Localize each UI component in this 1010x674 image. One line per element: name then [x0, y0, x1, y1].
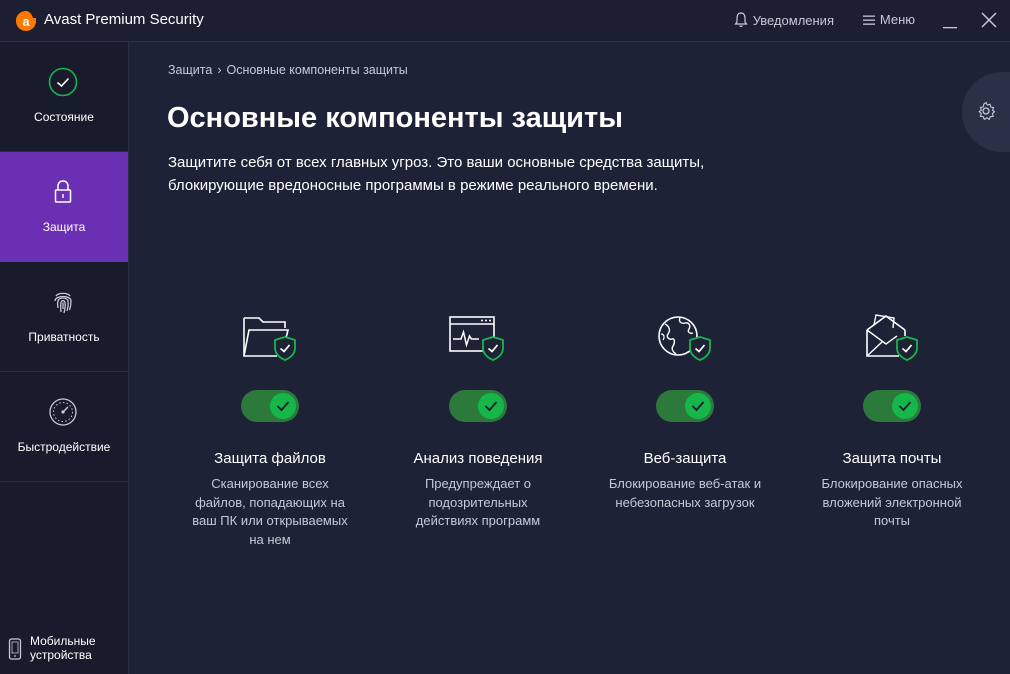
check-icon	[691, 401, 705, 412]
hamburger-icon	[862, 15, 875, 25]
breadcrumb-current: Основные компоненты защиты	[226, 63, 408, 77]
page-description: Защитите себя от всех главных угроз. Это…	[168, 154, 705, 194]
page-title: Основные компоненты защиты	[167, 102, 623, 134]
status-check-icon	[48, 67, 78, 97]
sidebar-item-label: Быстродействие	[17, 440, 111, 454]
sidebar-item-performance[interactable]: Быстродействие	[0, 372, 128, 482]
component-description: Блокирование веб-атак и небезопасных заг…	[608, 476, 762, 510]
web-shield-toggle[interactable]	[656, 390, 714, 422]
speedometer-icon	[49, 398, 77, 426]
main-content: Защита › Основные компоненты защиты Основн…	[129, 42, 1010, 674]
toggle-knob	[892, 393, 918, 419]
component-description: Блокирование опасных вложений электронно…	[821, 476, 963, 528]
folder-shield-icon	[243, 317, 296, 361]
toggle-knob	[270, 393, 296, 419]
check-icon	[276, 401, 290, 412]
check-icon	[898, 401, 912, 412]
menu-label: Меню	[879, 12, 915, 27]
bell-icon	[734, 12, 748, 28]
mail-shield-toggle[interactable]	[863, 390, 921, 422]
settings-button[interactable]	[962, 72, 1010, 152]
breadcrumb-root[interactable]: Защита	[168, 63, 212, 77]
component-title: Анализ поведения	[413, 450, 543, 467]
breadcrumb-separator: ›	[217, 63, 222, 77]
sidebar-item-privacy[interactable]: Приватность	[0, 262, 128, 372]
notifications-button[interactable]: Уведомления	[734, 12, 834, 28]
check-icon	[484, 401, 498, 412]
gear-icon	[978, 101, 996, 121]
svg-text:a: a	[22, 14, 30, 29]
toggle-knob	[685, 393, 711, 419]
component-title: Защита файлов	[214, 450, 326, 467]
title-bar: a Avast Premium Security Уведомления Мен…	[0, 0, 1010, 42]
mobile-devices-label: Мобильные устройства	[30, 634, 96, 662]
mail-shield-icon	[866, 314, 918, 361]
close-button[interactable]	[980, 11, 998, 29]
component-description: Сканирование всех файлов, попадающих на …	[192, 476, 348, 547]
mobile-devices-link[interactable]: Мобильные устройства	[8, 632, 126, 672]
app-title: Avast Premium Security	[44, 11, 204, 28]
component-description: Предупреждает о подозрительных действиях…	[415, 476, 541, 528]
behavior-monitor-icon	[449, 316, 504, 361]
notifications-label: Уведомления	[752, 12, 834, 28]
sidebar: Состояние Защита Приватность Быстродейст…	[0, 42, 129, 674]
mobile-label-line2: устройства	[30, 648, 92, 662]
minimize-button[interactable]	[943, 13, 957, 29]
globe-shield-icon	[658, 316, 711, 361]
smartphone-icon	[8, 638, 22, 660]
component-title: Защита почты	[842, 450, 942, 467]
behavior-shield-toggle[interactable]	[449, 390, 507, 422]
avast-logo-icon: a	[16, 11, 36, 31]
lock-icon	[54, 180, 72, 203]
toggle-knob	[478, 393, 504, 419]
sidebar-item-label: Приватность	[28, 330, 100, 344]
breadcrumb: Защита › Основные компоненты защиты	[168, 63, 408, 77]
sidebar-item-label: Состояние	[34, 110, 94, 124]
fingerprint-icon	[54, 292, 72, 314]
sidebar-item-status[interactable]: Состояние	[0, 42, 128, 152]
component-title: Веб-защита	[643, 450, 727, 467]
file-shield-toggle[interactable]	[241, 390, 299, 422]
sidebar-item-protection[interactable]: Защита	[0, 152, 128, 262]
mobile-label-line1: Мобильные	[30, 634, 96, 648]
sidebar-item-label: Защита	[42, 220, 86, 234]
menu-button[interactable]: Меню	[862, 12, 915, 27]
